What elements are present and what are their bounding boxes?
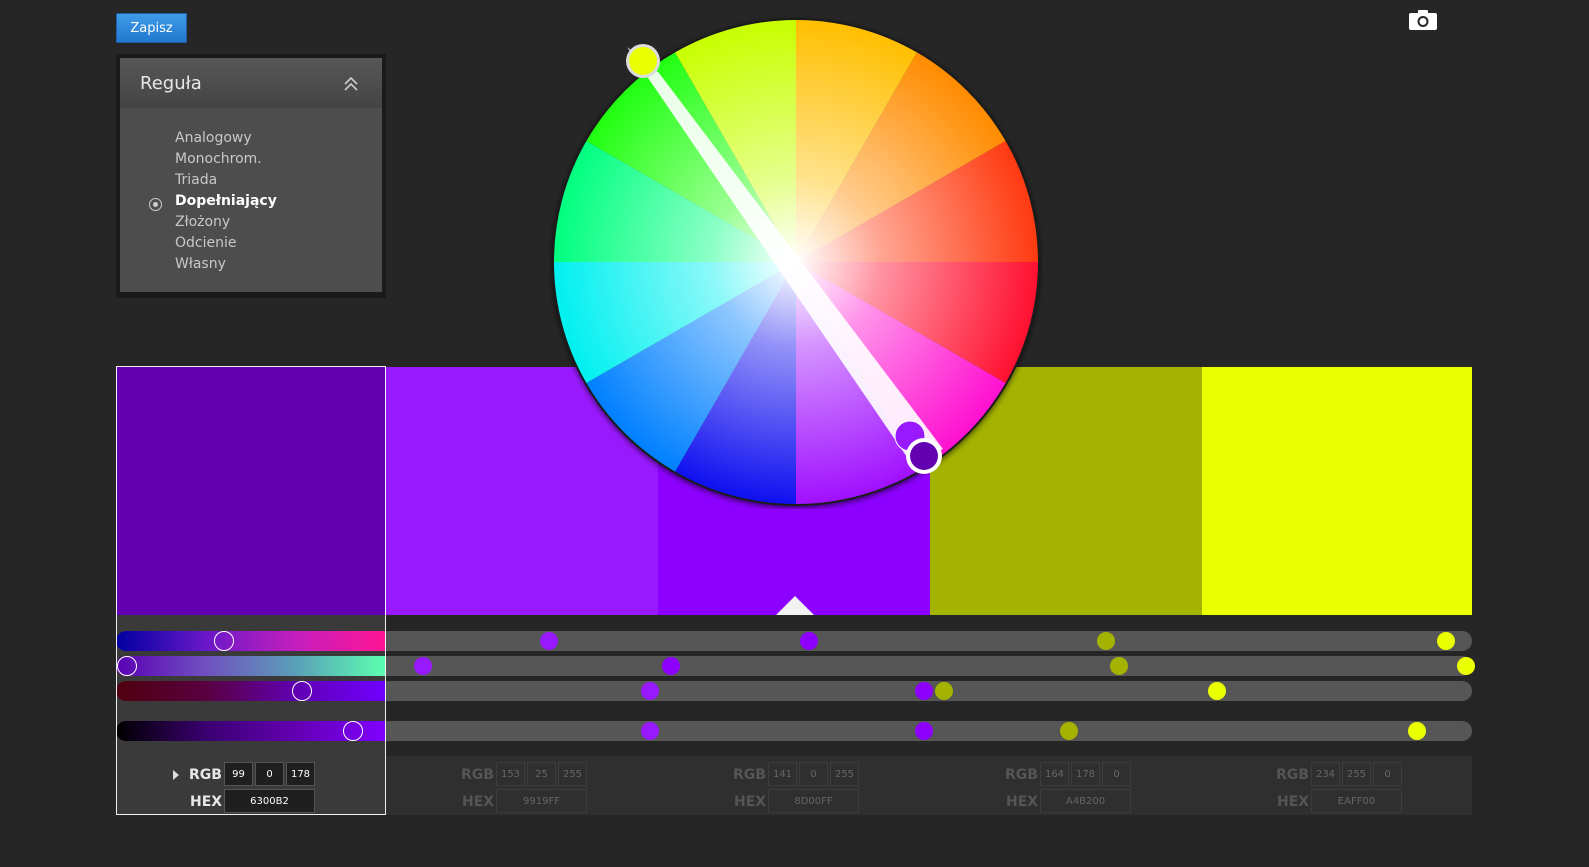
rule-panel-header[interactable]: Reguła: [120, 58, 382, 108]
slider-dot[interactable]: [1110, 657, 1128, 675]
b-input[interactable]: 255: [558, 762, 587, 786]
rgb-label: RGB: [733, 767, 766, 783]
rule-item-monochrom[interactable]: Monochrom.: [175, 149, 262, 169]
hex-input[interactable]: A4B200: [1040, 789, 1131, 813]
g-input[interactable]: 25: [527, 762, 556, 786]
hex-input[interactable]: 8D00FF: [768, 789, 859, 813]
rule-item-zlozony[interactable]: Złożony: [175, 212, 230, 232]
slider-dot[interactable]: [1097, 632, 1115, 650]
slider-dot[interactable]: [1437, 632, 1455, 650]
g-input[interactable]: 0: [255, 762, 284, 786]
expand-triangle-icon[interactable]: [173, 770, 179, 780]
rule-item-analogowy[interactable]: Analogowy: [175, 128, 252, 148]
g-input[interactable]: 0: [799, 762, 828, 786]
hex-label: HEX: [734, 794, 767, 810]
rule-item-wlasny[interactable]: Własny: [175, 254, 226, 274]
rgb-label: RGB: [461, 767, 494, 783]
save-button[interactable]: Zapisz: [116, 13, 187, 43]
b-input[interactable]: 178: [286, 762, 315, 786]
color-swatch-5[interactable]: [1202, 367, 1472, 615]
hex-label: HEX: [190, 794, 223, 810]
slider-dot[interactable]: [800, 632, 818, 650]
r-input[interactable]: 164: [1040, 762, 1069, 786]
slider-dot[interactable]: [641, 722, 659, 740]
slider-dot[interactable]: [915, 722, 933, 740]
r-input[interactable]: 141: [768, 762, 797, 786]
g-input[interactable]: 178: [1071, 762, 1100, 786]
rgb-label: RGB: [1276, 767, 1309, 783]
slider-dot[interactable]: [915, 682, 933, 700]
hex-input[interactable]: 6300B2: [224, 789, 315, 813]
rule-list: Analogowy Monochrom. Triada Dopełniający…: [120, 108, 382, 292]
saturation-slider-handle[interactable]: [117, 656, 137, 676]
slider-dot[interactable]: [540, 632, 558, 650]
rule-panel: Reguła Analogowy Monochrom. Triada Dopeł…: [116, 54, 386, 298]
slider-dot[interactable]: [935, 682, 953, 700]
slider-dot[interactable]: [1208, 682, 1226, 700]
base-color-marker-icon: [776, 596, 814, 615]
slider-dot[interactable]: [641, 682, 659, 700]
rgb-label: RGB: [189, 767, 222, 783]
hue-slider[interactable]: [116, 631, 386, 651]
rule-item-odcienie[interactable]: Odcienie: [175, 233, 236, 253]
camera-icon[interactable]: [1408, 9, 1438, 31]
r-input[interactable]: 234: [1311, 762, 1340, 786]
selected-radio-icon: [149, 198, 162, 211]
color-swatch-1[interactable]: [116, 367, 386, 615]
slider-dot[interactable]: [414, 657, 432, 675]
hex-label: HEX: [462, 794, 495, 810]
rule-item-dopelniajacy[interactable]: Dopełniający: [175, 191, 277, 211]
hex-label: HEX: [1006, 794, 1039, 810]
red-slider[interactable]: [116, 681, 386, 701]
hue-slider-handle[interactable]: [214, 631, 234, 651]
g-input[interactable]: 255: [1342, 762, 1371, 786]
rgb-label: RGB: [1005, 767, 1038, 783]
brightness-slider-handle[interactable]: [343, 721, 363, 741]
slider-dot[interactable]: [662, 657, 680, 675]
slider-dot[interactable]: [1060, 722, 1078, 740]
saturation-slider[interactable]: [116, 656, 386, 676]
color-wheel[interactable]: [549, 15, 1043, 509]
b-input[interactable]: 0: [1102, 762, 1131, 786]
hex-label: HEX: [1277, 794, 1310, 810]
slider-dot[interactable]: [1408, 722, 1426, 740]
red-slider-handle[interactable]: [292, 681, 312, 701]
hex-input[interactable]: EAFF00: [1311, 789, 1402, 813]
r-input[interactable]: 99: [224, 762, 253, 786]
b-input[interactable]: 0: [1373, 762, 1402, 786]
rule-item-triada[interactable]: Triada: [175, 170, 217, 190]
hex-input[interactable]: 9919FF: [496, 789, 587, 813]
collapse-chevron-icon[interactable]: [342, 75, 360, 93]
r-input[interactable]: 153: [496, 762, 525, 786]
b-input[interactable]: 255: [830, 762, 859, 786]
slider-dot[interactable]: [1457, 657, 1475, 675]
rule-panel-title: Reguła: [140, 73, 202, 94]
